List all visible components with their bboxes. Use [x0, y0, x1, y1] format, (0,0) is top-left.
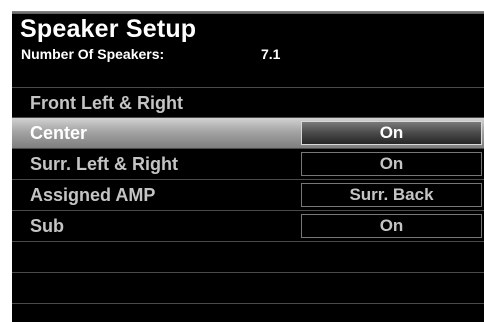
speaker-setup-screen: Speaker Setup Number Of Speakers: 7.1 Fr…: [12, 11, 484, 322]
menu-row-assigned-amp[interactable]: Assigned AMP Surr. Back: [12, 180, 484, 211]
menu-row-label: Assigned AMP: [30, 185, 156, 205]
speakers-count-label: Number Of Speakers:: [21, 46, 165, 62]
assigned-amp-value-selector[interactable]: Surr. Back: [301, 183, 482, 207]
surround-value-selector[interactable]: On: [301, 152, 482, 176]
page-title: Speaker Setup: [20, 15, 197, 43]
menu-row-center[interactable]: Center On: [12, 118, 484, 149]
center-value-selector[interactable]: On: [301, 121, 482, 145]
menu-row-label: Front Left & Right: [30, 93, 183, 113]
menu-row-empty: [12, 273, 484, 304]
menu-row-label: Center: [30, 123, 88, 143]
menu-row-surround-left-right[interactable]: Surr. Left & Right On: [12, 149, 484, 180]
speakers-count-value: 7.1: [261, 46, 281, 62]
settings-menu: Front Left & Right Center On Surr. Left …: [12, 87, 484, 304]
menu-row-empty: [12, 242, 484, 273]
menu-row-label: Surr. Left & Right: [30, 154, 178, 174]
menu-row-front-left-right[interactable]: Front Left & Right: [12, 87, 484, 118]
title-bar-strip: [12, 11, 484, 14]
menu-row-sub[interactable]: Sub On: [12, 211, 484, 242]
menu-row-label: Sub: [30, 216, 64, 236]
sub-value-selector[interactable]: On: [301, 214, 482, 238]
